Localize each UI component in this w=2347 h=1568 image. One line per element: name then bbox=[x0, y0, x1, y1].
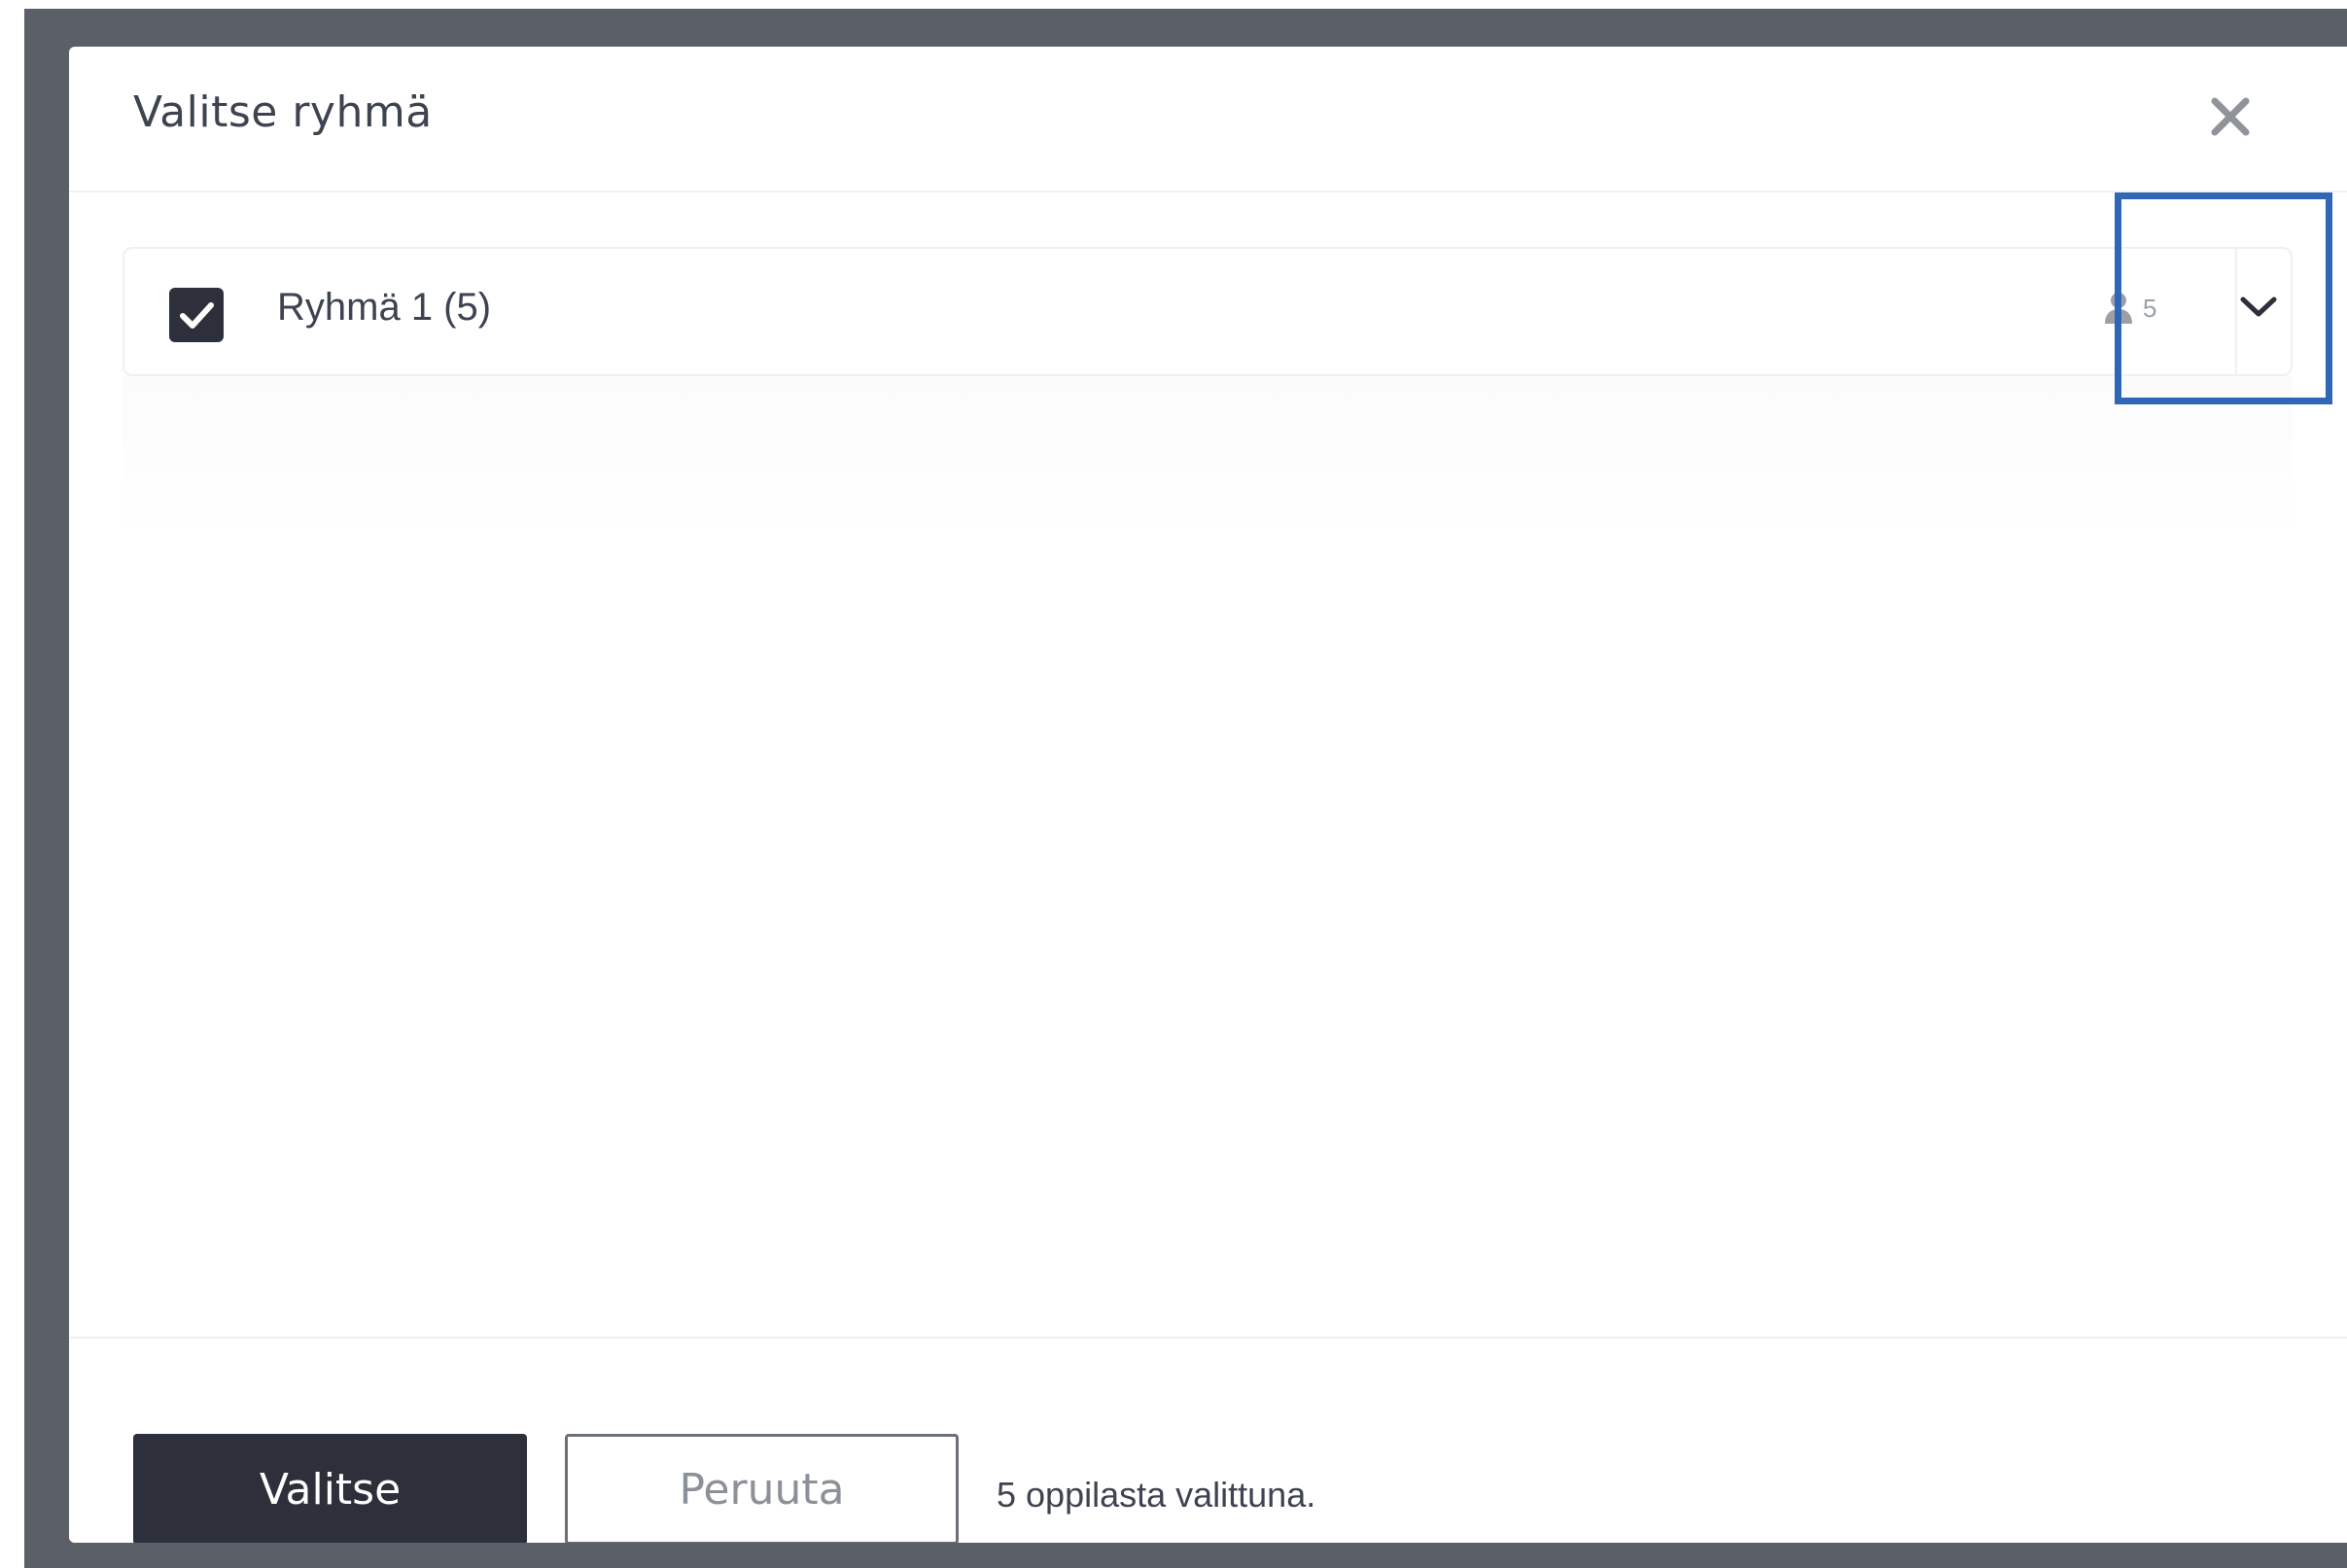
cancel-button[interactable]: Peruuta bbox=[565, 1434, 959, 1543]
group-list-item[interactable]: Ryhmä 1 (5) 5 bbox=[123, 247, 2293, 376]
selection-status: 5 oppilasta valittuna. bbox=[997, 1475, 1316, 1515]
dialog-title: Valitse ryhmä bbox=[133, 87, 433, 137]
group-checkbox[interactable] bbox=[169, 288, 224, 342]
select-button[interactable]: Valitse bbox=[133, 1434, 527, 1543]
checkmark-icon bbox=[180, 302, 214, 329]
group-list-area bbox=[123, 376, 2293, 541]
close-button[interactable] bbox=[2209, 95, 2252, 138]
highlight-box bbox=[2115, 192, 2332, 404]
dialog-footer: Valitse Peruuta 5 oppilasta valittuna. bbox=[69, 1337, 2347, 1543]
select-group-dialog: Valitse ryhmä Ryhmä 1 (5) 5 Valitse Peru… bbox=[69, 47, 2347, 1543]
dialog-header: Valitse ryhmä bbox=[69, 47, 2347, 192]
group-name: Ryhmä 1 (5) bbox=[277, 286, 492, 329]
close-icon bbox=[2211, 97, 2250, 136]
